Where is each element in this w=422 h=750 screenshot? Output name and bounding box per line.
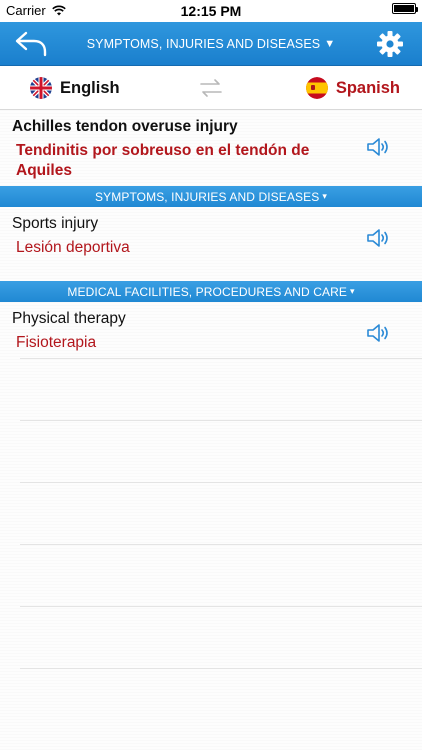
battery-level — [394, 5, 414, 12]
category-title: SYMPTOMS, INJURIES AND DISEASES — [86, 37, 321, 51]
section-header[interactable]: SYMPTOMS, INJURIES AND DISEASES ▾ — [0, 186, 422, 207]
translation-text: Fisioterapia — [16, 334, 97, 351]
settings-button[interactable] — [376, 30, 404, 58]
back-button[interactable] — [14, 30, 50, 58]
empty-rows — [0, 358, 422, 750]
spain-flag-icon — [305, 77, 328, 99]
section-title: MEDICAL FACILITIES, PROCEDURES AND CARE — [67, 284, 347, 299]
row-divider — [20, 668, 422, 669]
target-language-button[interactable]: Spanish — [305, 66, 400, 110]
back-arrow-icon — [15, 31, 47, 57]
language-bar: English Spanish — [0, 66, 422, 110]
row-divider — [20, 544, 422, 545]
swap-languages-button[interactable] — [199, 78, 223, 98]
uk-flag-icon — [30, 77, 52, 99]
battery-icon — [392, 3, 418, 14]
term-text: Achilles tendon overuse injury — [12, 118, 238, 135]
row-divider — [20, 482, 422, 483]
target-language-label: Spanish — [335, 78, 400, 97]
status-bar: Carrier 12:15 PM — [0, 0, 422, 22]
speaker-icon[interactable] — [366, 136, 392, 158]
list-item[interactable]: Sports injury Lesión deportiva — [0, 207, 422, 281]
term-text: Physical therapy — [12, 310, 126, 327]
translation-text: Tendinitis por sobreuso en el tendón de … — [16, 142, 310, 179]
status-time: 12:15 PM — [180, 3, 242, 19]
row-divider — [20, 420, 422, 421]
category-selector[interactable]: SYMPTOMS, INJURIES AND DISEASES ▼ — [70, 22, 352, 66]
section-title: SYMPTOMS, INJURIES AND DISEASES — [95, 189, 320, 204]
speaker-icon[interactable] — [366, 322, 392, 344]
section-header[interactable]: MEDICAL FACILITIES, PROCEDURES AND CARE … — [0, 281, 422, 302]
speaker-icon[interactable] — [366, 227, 392, 249]
list-item[interactable]: Achilles tendon overuse injury Tendiniti… — [0, 110, 422, 186]
list-item[interactable]: Physical therapy Fisioterapia — [0, 302, 422, 376]
row-divider — [20, 358, 422, 359]
chevron-down-icon: ▾ — [322, 191, 327, 201]
source-language-label: English — [60, 78, 120, 97]
source-language-button[interactable]: English — [30, 66, 120, 110]
translation-text: Lesión deportiva — [16, 239, 130, 256]
swap-arrows-icon — [200, 79, 222, 97]
chevron-down-icon: ▾ — [349, 286, 355, 296]
chevron-down-icon: ▼ — [324, 38, 336, 50]
gear-icon — [377, 31, 403, 57]
row-divider — [20, 606, 422, 607]
nav-bar: SYMPTOMS, INJURIES AND DISEASES ▼ — [0, 22, 422, 66]
term-text: Sports injury — [12, 215, 99, 232]
phrase-list: Achilles tendon overuse injury Tendiniti… — [0, 110, 422, 750]
